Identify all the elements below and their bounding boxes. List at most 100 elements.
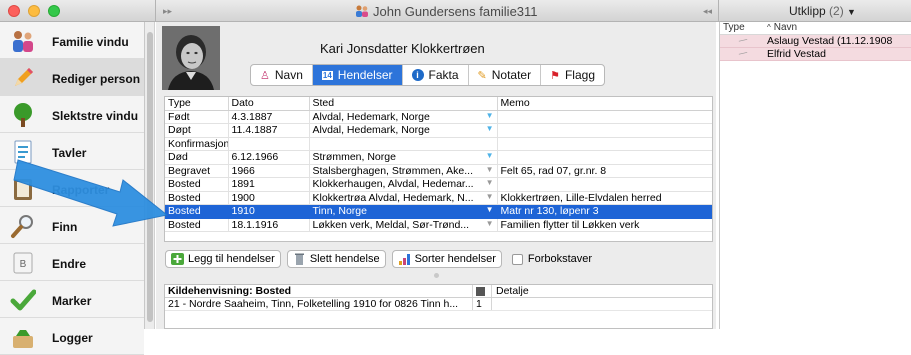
cell-memo[interactable]: Klokkertrøen, Lille-Elvdalen herred [497,191,712,205]
list-item[interactable]: ∕ Elfrid Vestad [720,48,911,61]
cell-memo[interactable]: Familien flytter til Løkken verk [497,218,712,232]
clippings-count: (2) [829,4,844,18]
cell-place[interactable]: ▼ Klokkerhaugen, Alvdal, Hedemar... [309,177,498,192]
source-header-detail[interactable]: Detalje [492,285,533,297]
plus-icon [171,253,184,265]
sidebar-item-rediger-person[interactable]: Rediger person [0,59,144,96]
column-header-type[interactable]: Type [165,97,229,111]
sidebar-item-rapporter[interactable]: Rapporter [0,170,144,207]
cell-place[interactable] [309,137,498,151]
zoom-window-button[interactable] [48,5,60,17]
tab-hendelser[interactable]: 14 Hendelser [312,65,403,85]
dropdown-arrow-icon[interactable]: ▼ [486,124,494,133]
table-row-selected[interactable]: Bosted 1910 ▼ Tinn, Norge Matr nr 130, løpen… [165,204,712,219]
cell-memo[interactable] [497,110,712,124]
tab-fakta[interactable]: i Fakta [403,65,469,85]
cell-place-text: Tinn, Norge [312,205,367,218]
table-row[interactable]: Begravet 1966 ▼ Stalsberghagen, Strømmen, A… [165,164,712,178]
dropdown-arrow-icon[interactable]: ▼ [486,151,494,160]
tab-notater[interactable]: ✎ Notater [469,65,542,85]
sidebar-item-tavler[interactable]: Tavler [0,133,144,170]
table-header: Type Dato Sted Memo [165,97,712,111]
delete-event-button[interactable]: Slett hendelse [286,250,386,268]
sidebar-item-finn[interactable]: Finn [0,207,144,244]
paperclip-icon: ∕ [738,49,748,59]
cell-date: 6.12.1966 [228,150,310,165]
calendar-icon: 14 [321,70,333,80]
checkbox-box[interactable] [511,253,523,265]
clippings-title[interactable]: Utklipp (2) ▼ [789,4,856,18]
expand-right-button[interactable]: ◂◂ [703,6,712,17]
table-row[interactable]: Bosted 18.1.1916 ▼ Løkken verk, Meldal, Sør… [165,218,712,232]
dropdown-arrow-icon[interactable]: ▼ [486,178,494,187]
cell-memo[interactable] [497,177,712,192]
cell-place[interactable]: ▼ Tinn, Norge [309,204,498,219]
cell-memo[interactable]: Matr nr 130, løpenr 3 [497,204,712,219]
cell-place[interactable]: ▼ Stalsberghagen, Strømmen, Ake... [309,164,498,178]
sidebar-item-familie-vindu[interactable]: Familie vindu [0,22,144,59]
document-icon [14,140,32,164]
dropdown-arrow-icon[interactable]: ▼ [486,192,494,201]
expand-left-button[interactable]: ▸▸ [163,6,172,17]
sort-events-button[interactable]: Sorter hendelser [391,250,502,268]
cell-memo[interactable] [497,137,712,151]
cell-place[interactable]: ▼ Alvdal, Hedemark, Norge [309,110,498,124]
cell-place[interactable]: ▼ Klokkertrøa Alvdal, Hedemark, N... [309,191,498,205]
person-icon: ♙ [260,69,270,82]
table-row[interactable]: Konfirmasjon [165,137,712,151]
table-row[interactable]: Døpt 11.4.1887 ▼ Alvdal, Hedemark, Norge [165,123,712,138]
source-header: Kildehenvisning: Bosted Detalje [165,285,712,298]
sidebar-scrollbar[interactable] [145,22,155,329]
cell-date: 18.1.1916 [228,218,310,232]
sidebar-item-endre[interactable]: B Endre [0,244,144,281]
scrollbar-thumb[interactable] [147,32,153,322]
add-event-button[interactable]: Legg til hendelser [165,250,281,268]
minimize-window-button[interactable] [28,5,40,17]
table-row[interactable]: Bosted 1891 ▼ Klokkerhaugen, Alvdal, Hedema… [165,177,712,192]
forbokstaver-checkbox[interactable]: Forbokstaver [511,250,592,268]
tree-icon [14,103,32,127]
window-titlebar: ▸▸ John Gundersens familie311 ◂◂ Utklipp… [0,0,911,22]
table-row[interactable]: Død 6.12.1966 ▼ Strømmen, Norge [165,150,712,165]
sidebar-item-marker[interactable]: Marker [0,281,144,318]
cell-type: Bosted [165,191,229,205]
cell-place[interactable]: ▼ Løkken verk, Meldal, Sør-Trønd... [309,218,498,232]
source-header-title[interactable]: Kildehenvisning: Bosted [165,285,473,297]
cell-memo[interactable] [497,150,712,165]
portrait-image [162,26,220,90]
tab-label: Navn [274,68,303,82]
column-header-type[interactable]: Type [720,22,764,34]
cell-place[interactable]: ▼ Alvdal, Hedemark, Norge [309,123,498,138]
dropdown-arrow-icon[interactable]: ▼ [486,111,494,120]
tab-flagg[interactable]: ⚑ Flagg [541,65,604,85]
clippings-header: Type ^ Navn [720,22,911,35]
table-row[interactable]: Bosted 1900 ▼ Klokkertrøa Alvdal, Hedemark,… [165,191,712,205]
tab-navn[interactable]: ♙ Navn [251,65,313,85]
sidebar-item-logger[interactable]: Logger [0,318,144,355]
column-header-memo[interactable]: Memo [497,97,712,111]
dropdown-arrow-icon[interactable]: ▼ [486,205,494,214]
close-window-button[interactable] [8,5,20,17]
column-header-dato[interactable]: Dato [228,97,310,111]
sidebar-item-label: Finn [52,220,78,234]
source-header-icon-col[interactable] [473,285,492,297]
sidebar-item-label: Tavler [52,146,87,160]
cell-memo[interactable]: Felt 65, rad 07, gr.nr. 8 [497,164,712,178]
column-header-sted[interactable]: Sted [309,97,498,111]
source-row[interactable]: 21 - Nordre Saaheim, Tinn, Folketelling … [165,298,712,311]
table-row[interactable]: Født 4.3.1887 ▼ Alvdal, Hedemark, Norge [165,110,712,124]
column-header-navn[interactable]: ^ Navn [764,22,797,34]
source-text: 21 - Nordre Saaheim, Tinn, Folketelling … [165,298,473,310]
sidebar-item-slektstre-vindu[interactable]: Slektstre vindu [0,96,144,133]
person-photo[interactable] [162,26,220,90]
sidebar-item-label: Logger [52,331,93,345]
split-handle[interactable] [434,273,439,278]
log-icon [13,330,33,348]
cell-place[interactable]: ▼ Strømmen, Norge [309,150,498,165]
dropdown-arrow-icon[interactable]: ▼ [486,219,494,228]
list-item[interactable]: ∕ Aslaug Vestad (11.12.1908 [720,35,911,48]
cell-memo[interactable] [497,123,712,138]
dropdown-arrow-icon[interactable]: ▼ [486,165,494,174]
cell-date: 1966 [228,164,310,178]
chevron-down-icon: ▼ [847,7,856,17]
